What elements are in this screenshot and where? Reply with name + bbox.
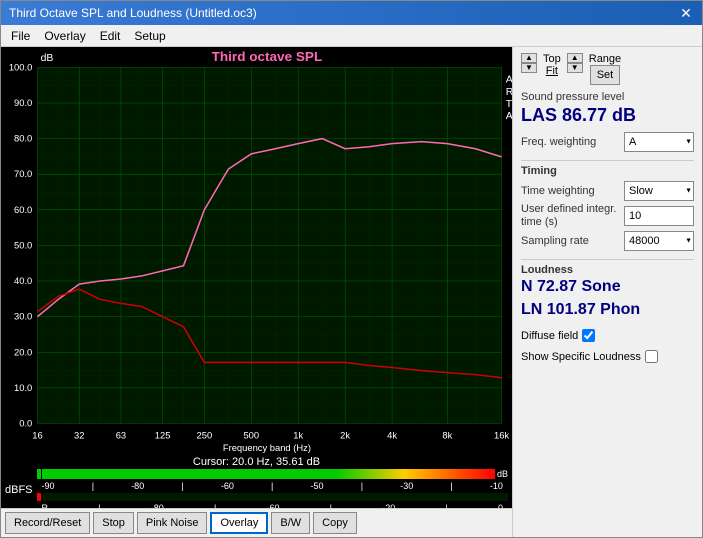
top-down-button[interactable]: ▼ [521, 63, 537, 73]
freq-weighting-row: Freq. weighting A B C Z [521, 132, 694, 152]
close-button[interactable]: ✕ [678, 5, 694, 22]
svg-text:16k: 16k [494, 431, 509, 441]
top-label: Top [543, 53, 561, 65]
svg-text:T: T [506, 99, 512, 110]
menu-edit[interactable]: Edit [94, 27, 127, 45]
sampling-rate-dropdown[interactable]: 44100 48000 96000 [624, 231, 694, 251]
top-controls: ▲ ▼ Top Fit ▲ ▼ Range Set [521, 53, 694, 85]
svg-text:40.0: 40.0 [14, 276, 32, 286]
set-button[interactable]: Set [590, 65, 621, 85]
bottom-bar: dBFS dB -90|-80|-60|-50|-30|-10 [1, 472, 512, 508]
svg-text:R: R [506, 87, 512, 98]
svg-text:A: A [506, 111, 512, 122]
chart-area: 100.0 90.0 80.0 70.0 60.0 50.0 40.0 30.0… [1, 47, 512, 537]
svg-text:500: 500 [243, 431, 259, 441]
fit-label[interactable]: Fit [546, 65, 558, 77]
menu-overlay[interactable]: Overlay [38, 27, 91, 45]
svg-text:80.0: 80.0 [14, 134, 32, 144]
overlay-button[interactable]: Overlay [210, 512, 268, 534]
loudness-section: Loudness N 72.87 Sone LN 101.87 Phon [521, 259, 694, 321]
svg-text:100.0: 100.0 [9, 63, 32, 73]
main-window: Third Octave SPL and Loudness (Untitled.… [0, 0, 703, 538]
top-label-group: Top Fit [543, 53, 561, 77]
loudness-n: N 72.87 Sone [521, 276, 694, 298]
time-weighting-row: Time weighting Slow Fast Impulse User [521, 181, 694, 201]
chart-svg: 100.0 90.0 80.0 70.0 60.0 50.0 40.0 30.0… [1, 47, 512, 454]
show-specific-loudness-checkbox[interactable] [645, 350, 658, 363]
user-integr-row: User defined integr. time (s) [521, 203, 694, 229]
svg-text:2k: 2k [340, 431, 350, 441]
diffuse-field-label: Diffuse field [521, 330, 578, 342]
range-label: Range [589, 53, 621, 65]
svg-text:0.0: 0.0 [19, 419, 32, 429]
spl-section: Sound pressure level LAS 86.77 dB [521, 91, 694, 126]
loudness-ln: LN 101.87 Phon [521, 299, 694, 321]
freq-weighting-dropdown-wrapper: A B C Z [624, 132, 694, 152]
pink-noise-button[interactable]: Pink Noise [137, 512, 208, 534]
spl-section-label: Sound pressure level [521, 91, 694, 103]
svg-text:50.0: 50.0 [14, 241, 32, 251]
svg-text:60.0: 60.0 [14, 205, 32, 215]
title-bar: Third Octave SPL and Loudness (Untitled.… [1, 1, 702, 25]
svg-text:4k: 4k [387, 431, 397, 441]
show-specific-loudness-row: Show Specific Loudness [521, 350, 694, 363]
show-specific-loudness-label: Show Specific Loudness [521, 351, 641, 363]
menu-file[interactable]: File [5, 27, 36, 45]
svg-text:Frequency band (Hz): Frequency band (Hz) [223, 443, 311, 453]
diffuse-field-row: Diffuse field [521, 329, 694, 342]
bw-button[interactable]: B/W [271, 512, 310, 534]
loudness-label: Loudness [521, 264, 694, 276]
timing-section: Timing Time weighting Slow Fast Impulse … [521, 160, 694, 253]
timing-label: Timing [521, 165, 694, 177]
range-label-group: Range Set [589, 53, 621, 85]
top-spin-group: ▲ ▼ [521, 53, 537, 73]
stop-button[interactable]: Stop [93, 512, 134, 534]
svg-text:1k: 1k [293, 431, 303, 441]
svg-text:16: 16 [32, 431, 42, 441]
diffuse-field-checkbox[interactable] [582, 329, 595, 342]
svg-text:250: 250 [197, 431, 213, 441]
user-integr-input[interactable] [624, 206, 694, 226]
svg-text:8k: 8k [442, 431, 452, 441]
svg-text:20.0: 20.0 [14, 347, 32, 357]
time-weighting-dropdown[interactable]: Slow Fast Impulse User [624, 181, 694, 201]
main-content: 100.0 90.0 80.0 70.0 60.0 50.0 40.0 30.0… [1, 47, 702, 537]
action-buttons: Record/Reset Stop Pink Noise Overlay B/W… [1, 508, 512, 537]
svg-text:90.0: 90.0 [14, 98, 32, 108]
menu-bar: File Overlay Edit Setup [1, 25, 702, 47]
sampling-rate-row: Sampling rate 44100 48000 96000 [521, 231, 694, 251]
svg-text:32: 32 [74, 431, 84, 441]
sampling-rate-dropdown-wrapper: 44100 48000 96000 [624, 231, 694, 251]
side-panel: ▲ ▼ Top Fit ▲ ▼ Range Set Sound press [512, 47, 702, 537]
sampling-rate-label: Sampling rate [521, 235, 624, 247]
range-spin-group: ▲ ▼ [567, 53, 583, 73]
record-reset-button[interactable]: Record/Reset [5, 512, 90, 534]
chart-container: 100.0 90.0 80.0 70.0 60.0 50.0 40.0 30.0… [1, 47, 512, 454]
svg-text:125: 125 [155, 431, 171, 441]
window-title: Third Octave SPL and Loudness (Untitled.… [9, 6, 257, 20]
time-weighting-dropdown-wrapper: Slow Fast Impulse User [624, 181, 694, 201]
svg-text:10.0: 10.0 [14, 383, 32, 393]
svg-text:dB: dB [41, 53, 54, 64]
time-weighting-label: Time weighting [521, 185, 624, 197]
freq-weighting-label: Freq. weighting [521, 136, 624, 148]
svg-text:A: A [506, 75, 512, 86]
freq-weighting-dropdown[interactable]: A B C Z [624, 132, 694, 152]
range-down-button[interactable]: ▼ [567, 63, 583, 73]
svg-text:30.0: 30.0 [14, 312, 32, 322]
range-up-button[interactable]: ▲ [567, 53, 583, 63]
svg-text:63: 63 [116, 431, 126, 441]
menu-setup[interactable]: Setup [128, 27, 171, 45]
user-integr-label: User defined integr. time (s) [521, 203, 624, 229]
dbfs-label: dBFS [5, 484, 33, 496]
top-up-button[interactable]: ▲ [521, 53, 537, 63]
copy-button[interactable]: Copy [313, 512, 357, 534]
spl-value: LAS 86.77 dB [521, 105, 694, 126]
svg-text:Third octave SPL: Third octave SPL [212, 49, 323, 64]
svg-text:70.0: 70.0 [14, 169, 32, 179]
